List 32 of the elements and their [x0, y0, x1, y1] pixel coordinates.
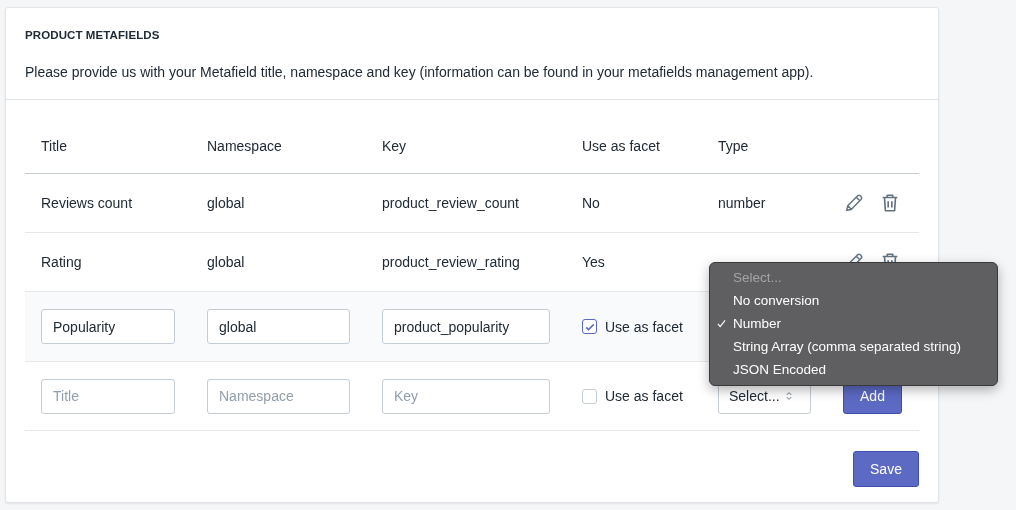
column-header: Key [382, 137, 407, 154]
key-field[interactable]: Key [382, 378, 550, 414]
column-header: Use as facet [582, 137, 660, 154]
title-field[interactable]: Title [41, 378, 175, 414]
section-title: PRODUCT METAFIELDS [25, 28, 161, 42]
menu-option[interactable]: No conversion [710, 289, 997, 312]
table-cell: Rating [41, 254, 82, 270]
column-header: Type [718, 137, 749, 154]
menu-option[interactable]: String Array (comma separated string) [710, 335, 997, 358]
checkbox-label[interactable]: Use as facet [605, 388, 683, 404]
table-cell: No [582, 195, 600, 211]
namespace-field[interactable]: Namespace [207, 378, 350, 414]
menu-option[interactable]: Number [710, 312, 997, 335]
up-down-arrows-icon [785, 391, 792, 401]
save-button[interactable]: Save [853, 451, 919, 487]
namespace-field[interactable]: global [207, 309, 350, 344]
checkbox[interactable] [582, 319, 597, 334]
key-field[interactable]: product_popularity [382, 309, 550, 344]
column-header: Title [41, 137, 67, 154]
checkbox-label[interactable]: Use as facet [605, 318, 683, 335]
table-cell: product_review_rating [382, 254, 520, 270]
title-field[interactable]: Popularity [41, 309, 175, 344]
table-cell: number [718, 195, 766, 211]
section-description: Please provide us with your Metafield title, namespace and key (information can be found in your metafields management app). [25, 63, 815, 81]
table-cell: Yes [582, 254, 605, 270]
table-cell: Reviews count [41, 195, 133, 211]
table-cell: global [207, 195, 245, 211]
table-cell: product_review_count [382, 195, 519, 211]
table-cell: global [207, 254, 245, 270]
column-header: Namespace [207, 137, 282, 154]
menu-option[interactable]: JSON Encoded [710, 358, 997, 381]
pencil-icon[interactable] [843, 192, 865, 214]
